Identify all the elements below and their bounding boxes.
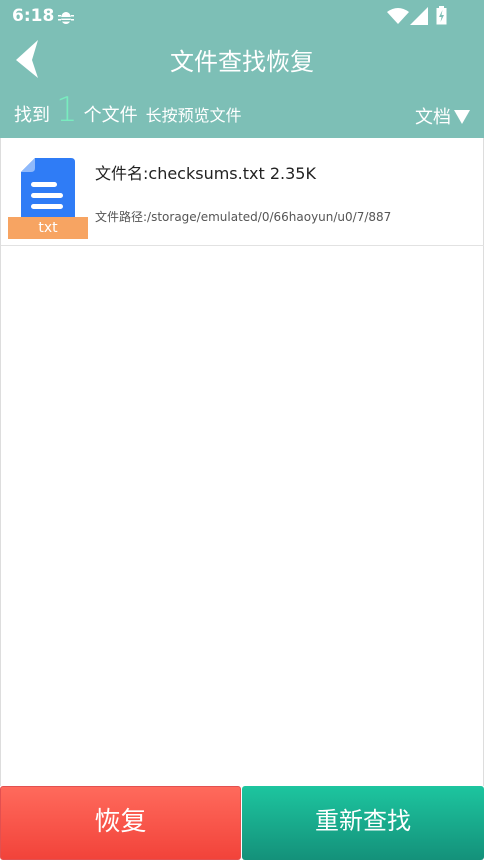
recover-button[interactable]: 恢复 (0, 786, 241, 860)
status-bar: 6:18 (0, 0, 484, 32)
file-unit-label: 个文件 (83, 105, 138, 126)
found-label: 找到 (14, 105, 50, 126)
filter-label: 文档 (415, 107, 451, 128)
file-path: 文件路径:/storage/emulated/0/66haoyun/u0/7/8… (95, 210, 392, 224)
debug-bug-icon (58, 12, 74, 24)
cell-signal-icon (410, 7, 428, 25)
wifi-icon (387, 8, 409, 24)
found-count: 1 (56, 90, 78, 130)
file-extension-badge: txt (8, 217, 88, 239)
status-time: 6:18 (12, 6, 55, 26)
long-press-hint: 长按预览文件 (145, 106, 242, 125)
dropdown-triangle-icon (454, 110, 470, 124)
file-list: txt 文件名:checksums.txt 2.35K 文件路径:/storag… (0, 138, 484, 786)
found-summary: 找到 1 个文件 长按预览文件 (14, 90, 242, 130)
rescan-button[interactable]: 重新查找 (242, 786, 484, 860)
document-icon (21, 158, 75, 226)
battery-icon (436, 6, 447, 25)
page-title: 文件查找恢复 (170, 48, 314, 76)
list-item[interactable]: txt 文件名:checksums.txt 2.35K 文件路径:/storag… (1, 138, 484, 246)
file-type-filter-dropdown[interactable]: 文档 (415, 103, 470, 129)
header-bar: 6:18 文件查找恢复 找到 1 个文件 长按预览文件 文档 (0, 0, 484, 138)
file-name: 文件名:checksums.txt 2.35K (95, 164, 316, 183)
